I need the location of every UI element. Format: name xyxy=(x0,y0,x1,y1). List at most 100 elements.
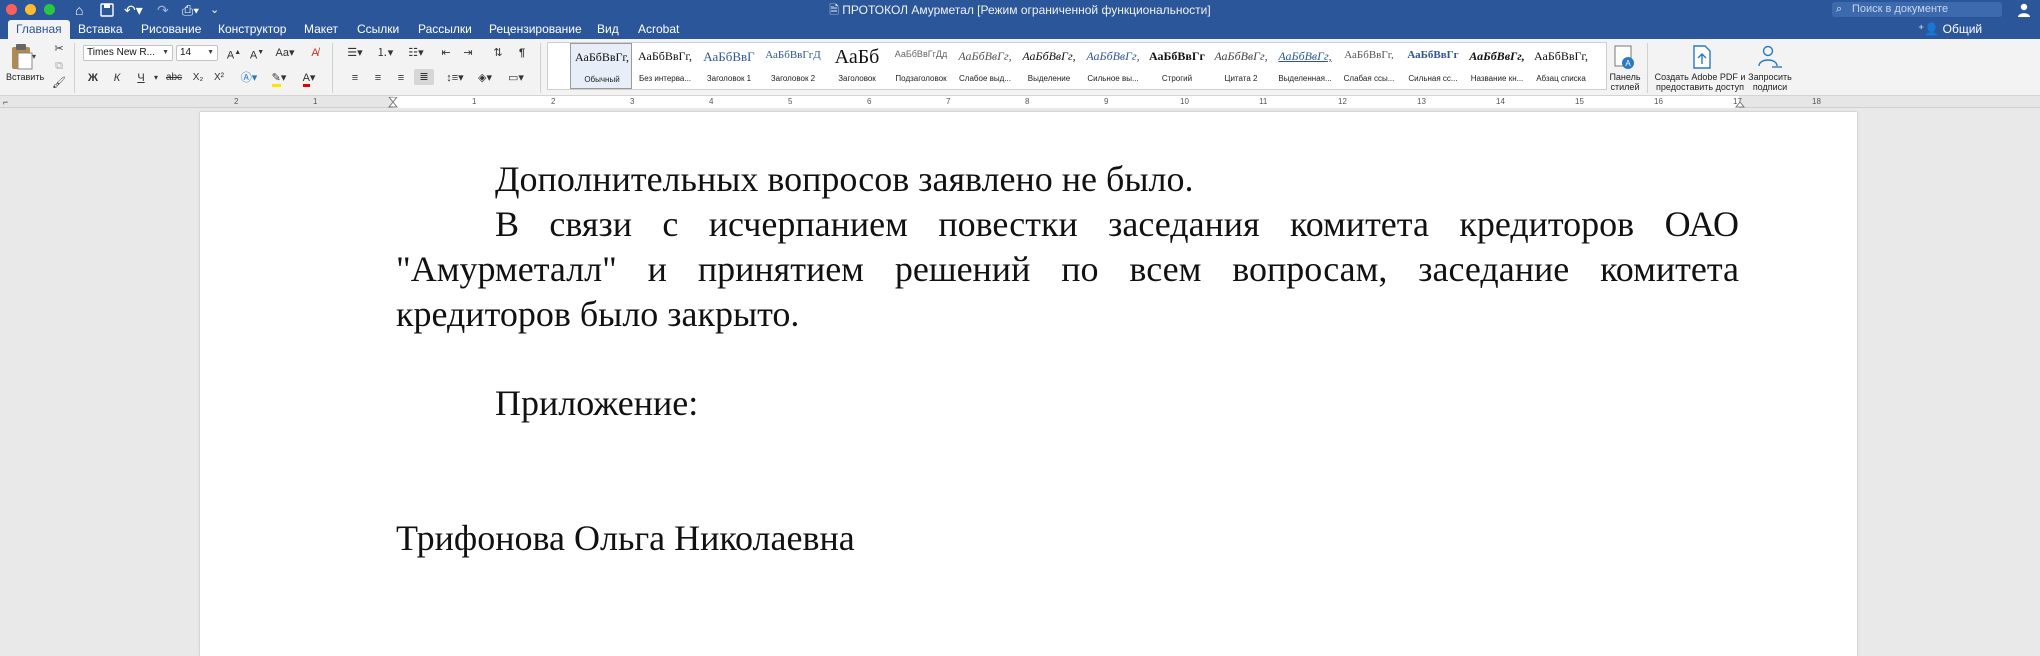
style-subtitle[interactable]: АаБбВвГгДд Подзаголовок xyxy=(890,43,952,89)
paragraph-appendix[interactable]: Приложение: xyxy=(396,381,1739,426)
paragraph-no-questions[interactable]: Дополнительных вопросов заявлено не было… xyxy=(396,157,1739,202)
style-normal[interactable]: АаБбВвГг, Обычный xyxy=(570,43,632,89)
shading-icon[interactable]: ◈▾ xyxy=(474,70,496,86)
bold-button[interactable]: Ж xyxy=(85,70,101,86)
multilevel-list-icon[interactable]: ☷▾ xyxy=(403,45,429,61)
style-heading-1[interactable]: АаБбВвГ Заголовок 1 xyxy=(698,43,760,89)
font-size-select[interactable]: 14 ▼ xyxy=(176,45,218,61)
chevron-down-icon: ▼ xyxy=(162,49,169,56)
font-name-select[interactable]: Times New R... ▼ xyxy=(83,45,173,61)
ruler-number: 1 xyxy=(472,97,477,106)
strikethrough-button[interactable]: abc xyxy=(163,70,185,86)
ruler-number: 2 xyxy=(234,97,239,106)
tab-layout[interactable]: Макет xyxy=(304,20,338,39)
style-title[interactable]: АаБб Заголовок xyxy=(826,43,888,89)
style-strong[interactable]: АаБбВвГг Строгий xyxy=(1146,43,1208,89)
underline-options-chevron-icon[interactable]: ▾ xyxy=(151,70,161,86)
bullet-list-icon[interactable]: ☰▾ xyxy=(342,45,368,61)
tab-draw[interactable]: Рисование xyxy=(141,20,201,39)
style-intense-quote[interactable]: АаБбВвГг, Выделенная... xyxy=(1274,43,1336,89)
ruler-number: 7 xyxy=(946,97,951,106)
borders-icon[interactable]: ▭▾ xyxy=(503,70,529,86)
ruler-number: 16 xyxy=(1654,97,1663,106)
ruler-number: 2 xyxy=(551,97,556,106)
tab-design[interactable]: Конструктор xyxy=(218,20,286,39)
copy-icon[interactable]: ⧉ xyxy=(52,58,66,74)
paragraph-closing-statement[interactable]: В связи с исчерпанием повестки заседания… xyxy=(396,202,1739,337)
add-person-icon: ⁺👤 xyxy=(1918,22,1940,36)
highlight-color-icon[interactable]: ✎▾ xyxy=(268,70,290,87)
tab-acrobat[interactable]: Acrobat xyxy=(638,20,679,39)
ruler-number: 3 xyxy=(630,97,635,106)
style-list-paragraph[interactable]: АаБбВвГг, Абзац списка xyxy=(1530,43,1592,89)
styles-pane-label-2: стилей xyxy=(1610,82,1640,92)
svg-text:A: A xyxy=(1625,59,1631,68)
style-subtle-emphasis[interactable]: АаБбВвГг, Слабое выд... xyxy=(954,43,1016,89)
line-spacing-icon[interactable]: ↕≡▾ xyxy=(442,70,468,86)
style-heading-2[interactable]: АаБбВвГгД Заголовок 2 xyxy=(762,43,824,89)
document-icon: 🗎 xyxy=(829,3,843,17)
paragraph-signatory-name[interactable]: Трифонова Ольга Николаевна xyxy=(396,516,1739,561)
ruler-number: 9 xyxy=(1104,97,1109,106)
align-left-icon[interactable]: ≡ xyxy=(346,70,364,86)
styles-pane-label-1: Панель xyxy=(1609,72,1641,82)
indent-marker[interactable] xyxy=(388,97,398,108)
style-emphasis[interactable]: АаБбВвГг, Выделение xyxy=(1018,43,1080,89)
style-no-spacing[interactable]: АаБбВвГг, Без интерва... xyxy=(634,43,696,89)
tab-references[interactable]: Ссылки xyxy=(357,20,399,39)
show-formatting-marks-icon[interactable]: ¶ xyxy=(513,45,531,61)
create-pdf-label-2: предоставить доступ xyxy=(1656,82,1744,92)
ruler-number: 12 xyxy=(1338,97,1347,106)
request-signatures-label-1: Запросить xyxy=(1748,72,1792,82)
tab-home[interactable]: Главная xyxy=(8,20,70,39)
subscript-button[interactable]: X₂ xyxy=(189,70,207,86)
create-pdf-icon[interactable] xyxy=(1690,44,1714,70)
align-right-icon[interactable]: ≡ xyxy=(392,70,410,86)
format-painter-icon[interactable]: 🖌 xyxy=(52,75,66,91)
search-icon: ⌕ xyxy=(1836,3,1843,15)
tab-review[interactable]: Рецензирование xyxy=(489,20,582,39)
ruler-text-area xyxy=(393,96,1739,108)
create-pdf-label-1: Создать Adobe PDF и xyxy=(1654,72,1746,82)
tab-mailings[interactable]: Рассылки xyxy=(418,20,472,39)
right-indent-marker[interactable] xyxy=(1735,97,1745,108)
tab-stop-selector-icon[interactable]: ⌐ xyxy=(3,96,8,108)
tab-insert[interactable]: Вставка xyxy=(78,20,123,39)
ruler-number: 13 xyxy=(1417,97,1426,106)
title-bar: ⌂ ↶▾ ↷ ⎙▾ ⌄ 🗎 ПРОТОКОЛ Амурметал [Режим … xyxy=(0,0,2040,20)
superscript-button[interactable]: X² xyxy=(210,70,228,86)
clear-formatting-icon[interactable]: A̸ xyxy=(306,45,324,61)
increase-font-size-icon[interactable]: A▲ xyxy=(224,45,244,62)
cut-icon[interactable]: ✂ xyxy=(52,41,66,57)
ruler-number: 15 xyxy=(1575,97,1584,106)
request-signatures-icon[interactable] xyxy=(1756,44,1784,70)
decrease-font-size-icon[interactable]: A▼ xyxy=(247,45,267,62)
numbered-list-icon[interactable]: ⒈▾ xyxy=(372,45,398,61)
align-center-icon[interactable]: ≡ xyxy=(369,70,387,86)
paste-options-chevron-icon[interactable]: ▾ xyxy=(32,52,36,61)
increase-indent-icon[interactable]: ⇥ xyxy=(459,45,477,61)
ruler-number: 11 xyxy=(1259,97,1268,106)
tab-view[interactable]: Вид xyxy=(597,20,619,39)
text-effects-icon[interactable]: Ⓐ▾ xyxy=(238,70,260,86)
style-book-title[interactable]: АаБбВвГг, Название кн... xyxy=(1466,43,1528,89)
style-subtle-reference[interactable]: АаБбВвГг, Слабая ссы... xyxy=(1338,43,1400,89)
ribbon-tabs: Главная Вставка Рисование Конструктор Ма… xyxy=(0,20,2040,54)
styles-pane-icon[interactable]: A xyxy=(1613,44,1635,70)
search-input[interactable]: ⌕ Поиск в документе xyxy=(1832,2,2002,17)
underline-button[interactable]: Ч xyxy=(133,70,149,86)
ruler-number: 1 xyxy=(313,97,318,106)
ruler-number: 6 xyxy=(867,97,872,106)
style-intense-reference[interactable]: АаБбВвГг Сильная сс... xyxy=(1402,43,1464,89)
profile-icon[interactable] xyxy=(2016,2,2032,18)
decrease-indent-icon[interactable]: ⇤ xyxy=(437,45,455,61)
justify-icon[interactable]: ≣ xyxy=(414,69,434,85)
italic-button[interactable]: К xyxy=(109,70,125,86)
font-color-icon[interactable]: A▾ xyxy=(298,70,320,87)
change-case-icon[interactable]: Aa▾ xyxy=(274,45,296,61)
share-button[interactable]: ⁺👤 Общий доступ⌃ xyxy=(1918,20,2040,54)
style-quote-2[interactable]: АаБбВвГг, Цитата 2 xyxy=(1210,43,1272,89)
style-intense-emphasis[interactable]: АаБбВвГг, Сильное вы... xyxy=(1082,43,1144,89)
ruler-number: 8 xyxy=(1025,97,1030,106)
sort-icon[interactable]: ⇅ xyxy=(489,45,507,61)
